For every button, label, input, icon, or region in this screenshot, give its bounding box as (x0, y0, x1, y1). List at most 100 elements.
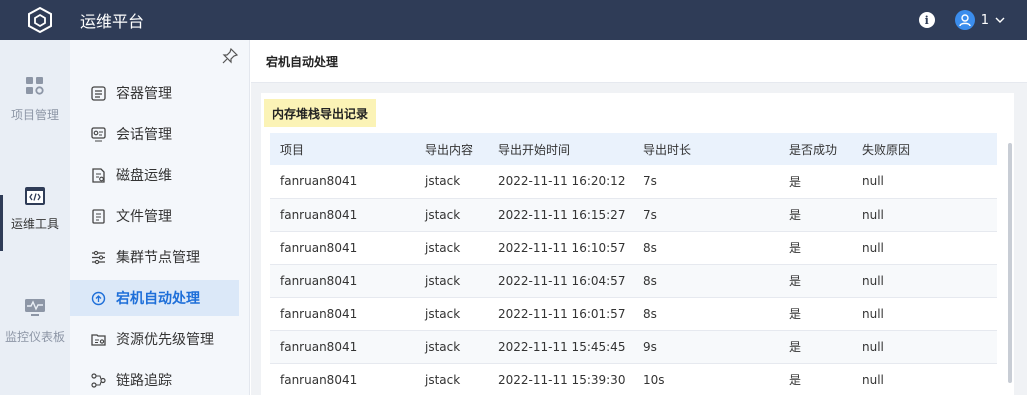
table-row[interactable]: fanruan8041 jstack 2022-11-11 16:20:12 7… (270, 165, 997, 198)
sidebar-item-label: 容器管理 (116, 86, 172, 102)
session-icon (90, 126, 106, 142)
column-header[interactable]: 导出内容 (415, 133, 488, 165)
column-header[interactable]: 导出开始时间 (488, 133, 633, 165)
sidebar-item-label: 链路追踪 (116, 373, 172, 389)
cube-logo-icon (28, 6, 52, 34)
rail-item-monitor-dashboard[interactable]: 监控仪表板 (0, 298, 70, 345)
table-header-row: 项目 导出内容 导出开始时间 导出时长 是否成功 失败原因 (270, 133, 997, 165)
table-row[interactable]: fanruan8041 jstack 2022-11-11 16:01:57 8… (270, 297, 997, 330)
pin-icon[interactable] (222, 47, 239, 67)
cell-start-time: 2022-11-11 15:45:45 (498, 339, 626, 354)
cell-project: fanruan8041 (280, 339, 358, 354)
cell-success: 是 (789, 208, 802, 222)
rail-item-ops-tools[interactable]: 运维工具 (0, 187, 70, 232)
cell-start-time: 2022-11-11 16:10:57 (498, 240, 626, 255)
cell-success: 是 (789, 174, 802, 189)
cell-duration: 7s (643, 207, 657, 222)
rail-item-label: 项目管理 (10, 108, 59, 122)
user-icon (959, 13, 971, 26)
cell-content: jstack (425, 306, 461, 321)
cell-project: fanruan8041 (280, 174, 358, 189)
cell-success: 是 (789, 373, 802, 387)
user-avatar[interactable] (954, 10, 975, 30)
auto-recover-icon (90, 290, 106, 306)
priority-icon (90, 331, 106, 347)
sidebar-item-auto-crash-handling[interactable]: 宕机自动处理 (70, 280, 239, 316)
table-row[interactable]: fanruan8041 jstack 2022-11-11 15:39:30 1… (270, 363, 997, 395)
cell-duration: 10s (643, 372, 665, 387)
rail-item-project-management[interactable]: 项目管理 (0, 76, 70, 123)
table-row[interactable]: fanruan8041 jstack 2022-11-11 15:45:45 9… (270, 330, 997, 363)
sidebar-item-file-management[interactable]: 文件管理 (70, 198, 239, 234)
sidebar-item-label: 资源优先级管理 (116, 332, 214, 348)
cell-failure-reason: null (862, 339, 884, 354)
top-header: 运维平台 i 1 (0, 0, 1027, 40)
table-row[interactable]: fanruan8041 jstack 2022-11-11 16:04:57 8… (270, 264, 997, 297)
sidebar-item-resource-priority-management[interactable]: 资源优先级管理 (70, 321, 239, 357)
sidebar-item-container-management[interactable]: 容器管理 (70, 75, 239, 111)
vertical-scrollbar[interactable] (1008, 143, 1012, 383)
cell-success: 是 (789, 274, 802, 288)
table-row[interactable]: fanruan8041 jstack 2022-11-11 16:10:57 8… (270, 231, 997, 264)
cell-content: jstack (425, 372, 461, 387)
sidebar-item-cluster-node-management[interactable]: 集群节点管理 (70, 239, 239, 275)
rail-item-label: 监控仪表板 (4, 330, 65, 344)
cell-project: fanruan8041 (280, 306, 358, 321)
cell-project: fanruan8041 (280, 273, 358, 288)
main-content: 内存堆栈导出记录 项目 导出内容 导出开始时间 导出时长 是否成功 失败原因 f… (251, 83, 1027, 395)
cell-duration: 8s (643, 273, 657, 288)
table-row[interactable]: fanruan8041 jstack 2022-11-11 16:15:27 7… (270, 198, 997, 231)
page-title: 宕机自动处理 (251, 40, 1027, 83)
sidebar-item-disk-ops[interactable]: 磁盘运维 (70, 157, 239, 193)
section-title: 内存堆栈导出记录 (264, 99, 377, 127)
cell-failure-reason: null (862, 306, 884, 321)
rail-item-label: 运维工具 (10, 217, 59, 231)
monitor-icon (25, 299, 45, 316)
primary-nav-rail: 项目管理 运维工具 监控仪表板 (0, 40, 70, 395)
trace-icon (90, 372, 106, 388)
column-header[interactable]: 失败原因 (852, 133, 997, 165)
export-records-table: 项目 导出内容 导出开始时间 导出时长 是否成功 失败原因 fanruan804… (270, 133, 997, 395)
file-icon (90, 208, 106, 224)
cell-duration: 8s (643, 240, 657, 255)
cell-failure-reason: null (862, 174, 884, 189)
cell-content: jstack (425, 240, 461, 255)
cell-success: 是 (789, 307, 802, 321)
column-header[interactable]: 是否成功 (779, 133, 852, 165)
cell-start-time: 2022-11-11 16:15:27 (498, 207, 626, 222)
container-icon (90, 85, 106, 101)
cell-duration: 8s (643, 306, 657, 321)
column-header[interactable]: 项目 (270, 133, 415, 165)
cell-failure-reason: null (862, 207, 884, 222)
cell-start-time: 2022-11-11 16:01:57 (498, 306, 626, 321)
grid-icon (26, 77, 44, 95)
sidebar-item-trace[interactable]: 链路追踪 (70, 362, 239, 395)
info-icon[interactable]: i (918, 12, 935, 28)
app-title: 运维平台 (80, 12, 145, 31)
chevron-down-icon[interactable] (995, 17, 1005, 23)
sliders-icon (90, 249, 106, 265)
secondary-sidebar: 容器管理 会话管理 磁盘运维 文件管理 集群节点管理 宕机自动处理 资源优先级管… (70, 40, 250, 395)
cell-failure-reason: null (862, 240, 884, 255)
cell-project: fanruan8041 (280, 372, 358, 387)
column-header[interactable]: 导出时长 (633, 133, 779, 165)
sidebar-item-label: 文件管理 (116, 209, 172, 225)
cell-project: fanruan8041 (280, 240, 358, 255)
sidebar-item-label: 磁盘运维 (116, 168, 172, 184)
cell-content: jstack (425, 207, 461, 222)
app-logo[interactable] (0, 0, 80, 40)
records-panel: 内存堆栈导出记录 项目 导出内容 导出开始时间 导出时长 是否成功 失败原因 f… (261, 93, 1014, 395)
sidebar-item-label: 集群节点管理 (116, 250, 200, 266)
sidebar-item-label: 宕机自动处理 (116, 291, 200, 307)
cell-success: 是 (789, 340, 802, 354)
cell-start-time: 2022-11-11 16:20:12 (498, 174, 626, 189)
cell-start-time: 2022-11-11 15:39:30 (498, 372, 626, 387)
cell-content: jstack (425, 174, 461, 189)
cell-failure-reason: null (862, 372, 884, 387)
sidebar-item-session-management[interactable]: 会话管理 (70, 116, 239, 152)
cell-failure-reason: null (862, 273, 884, 288)
cell-content: jstack (425, 273, 461, 288)
cell-start-time: 2022-11-11 16:04:57 (498, 273, 626, 288)
cell-duration: 9s (643, 339, 657, 354)
cell-success: 是 (789, 241, 802, 255)
